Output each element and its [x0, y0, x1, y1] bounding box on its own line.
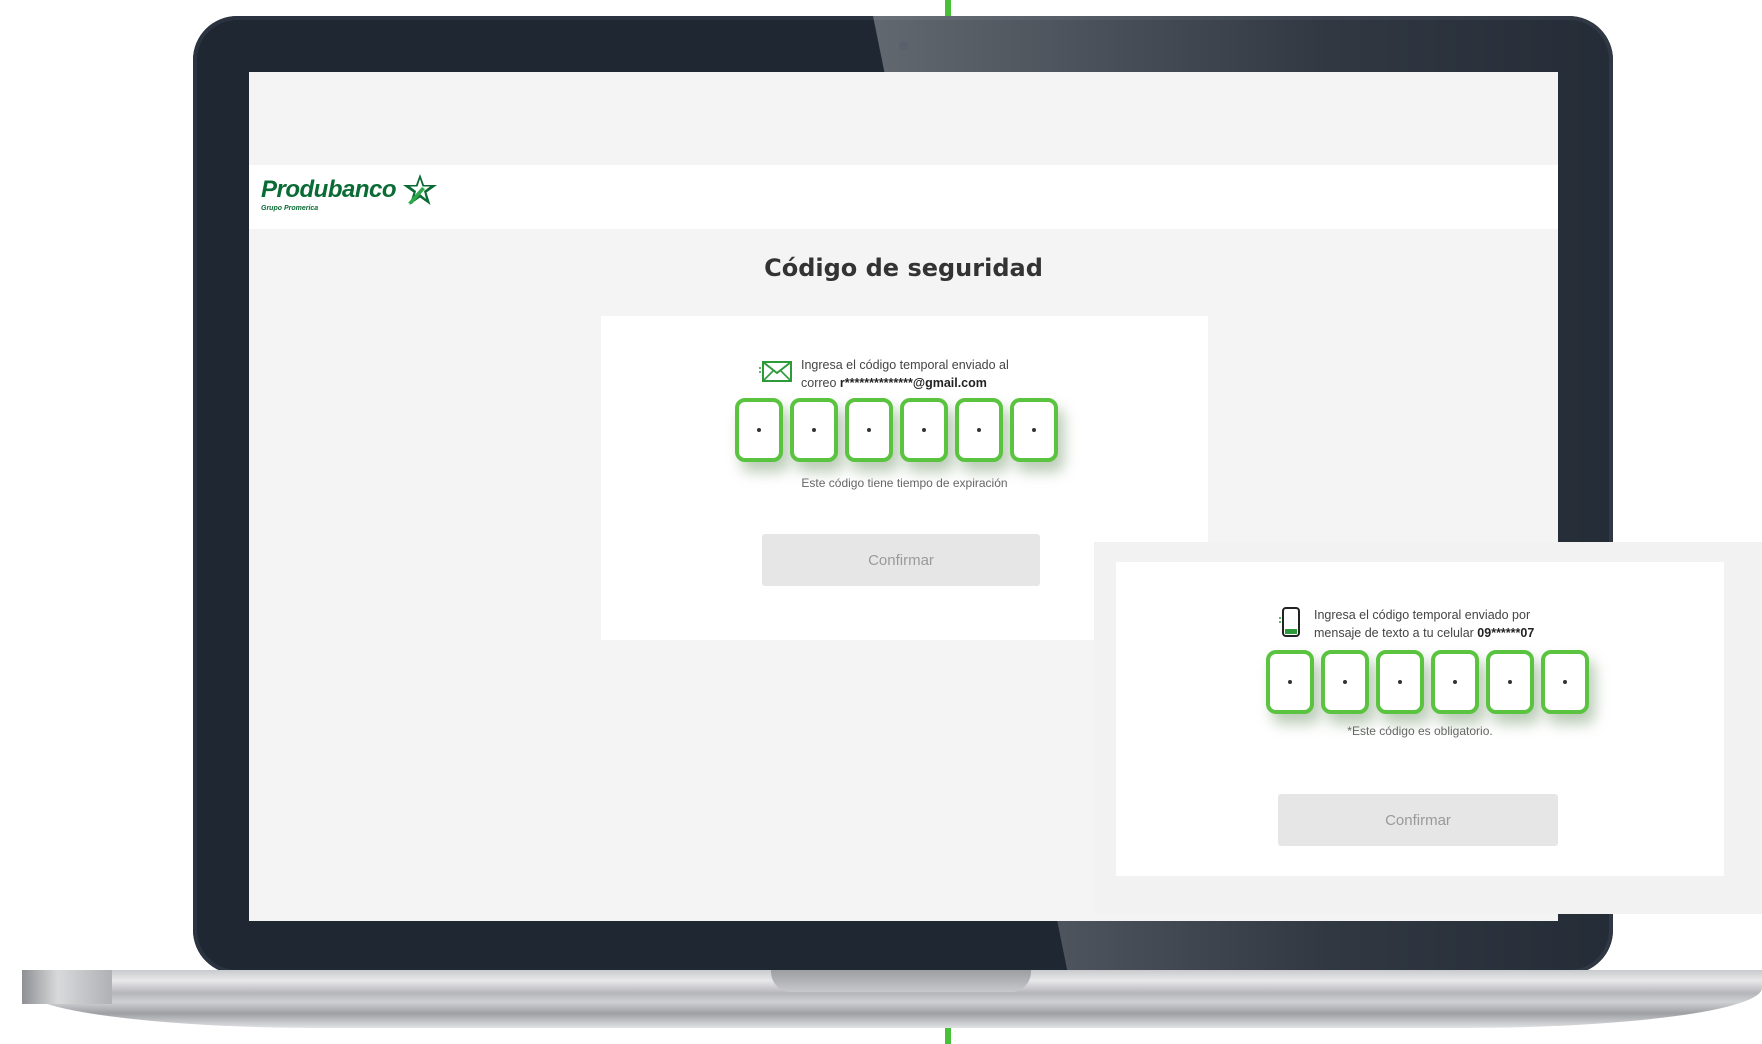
masked-phone: 09******07	[1477, 626, 1535, 640]
sms-code-digit-4[interactable]	[1431, 650, 1479, 714]
email-code-digit-3[interactable]	[845, 398, 893, 462]
sms-code-inputs	[1266, 650, 1589, 714]
sms-code-digit-3[interactable]	[1376, 650, 1424, 714]
email-code-digit-1[interactable]	[735, 398, 783, 462]
browser-top-area	[249, 72, 1558, 165]
digit-mask	[1508, 680, 1512, 684]
webcam-icon	[899, 41, 909, 51]
laptop-hinge-notch	[771, 970, 1031, 992]
email-code-inputs	[735, 398, 1058, 462]
email-instruction-text: Ingresa el código temporal enviado al co…	[801, 356, 1009, 392]
mobile-phone-icon	[1279, 607, 1300, 637]
email-code-digit-2[interactable]	[790, 398, 838, 462]
logo-subtitle: Grupo Promerica	[261, 205, 319, 212]
laptop-base-edge	[22, 970, 112, 1004]
email-code-digit-4[interactable]	[900, 398, 948, 462]
sms-instruction: Ingresa el código temporal enviado por m…	[1278, 606, 1534, 642]
sms-code-card: Ingresa el código temporal enviado por m…	[1116, 562, 1724, 876]
digit-mask	[1563, 680, 1567, 684]
sms-code-digit-1[interactable]	[1266, 650, 1314, 714]
digit-mask	[867, 428, 871, 432]
star-logo-icon	[403, 174, 438, 205]
sms-code-digit-2[interactable]	[1321, 650, 1369, 714]
sms-code-digit-6[interactable]	[1541, 650, 1589, 714]
email-confirm-button[interactable]: Confirmar	[762, 534, 1040, 586]
guide-line-bottom	[945, 1028, 951, 1044]
digit-mask	[1453, 680, 1457, 684]
sms-code-digit-5[interactable]	[1486, 650, 1534, 714]
digit-mask	[977, 428, 981, 432]
sms-instruction-line2: mensaje de texto a tu celular 09******07	[1314, 624, 1534, 642]
produbanco-logo[interactable]: Produbanco Grupo Promerica	[261, 174, 438, 212]
email-instruction-line2: correo r**************@gmail.com	[801, 374, 1009, 392]
digit-mask	[922, 428, 926, 432]
envelope-icon	[759, 361, 792, 382]
guide-line-top	[945, 0, 951, 16]
digit-mask	[1343, 680, 1347, 684]
email-code-hint: Este código tiene tiempo de expiración	[801, 476, 1008, 490]
site-header: Produbanco Grupo Promerica	[249, 165, 1558, 229]
page-title: Código de seguridad	[764, 254, 1043, 282]
email-code-digit-6[interactable]	[1010, 398, 1058, 462]
email-instruction-prefix: correo	[801, 376, 840, 390]
digit-mask	[1032, 428, 1036, 432]
email-instruction: Ingresa el código temporal enviado al co…	[759, 356, 1009, 392]
masked-email: r**************@gmail.com	[839, 376, 987, 390]
email-instruction-line1: Ingresa el código temporal enviado al	[801, 358, 1009, 372]
sms-instruction-line1: Ingresa el código temporal enviado por	[1314, 608, 1531, 622]
digit-mask	[1288, 680, 1292, 684]
sms-instruction-prefix: mensaje de texto a tu celular	[1314, 626, 1478, 640]
sms-code-hint: *Este código es obligatorio.	[1347, 724, 1493, 738]
logo-wordmark: Produbanco	[261, 176, 397, 203]
digit-mask	[812, 428, 816, 432]
sms-instruction-text: Ingresa el código temporal enviado por m…	[1314, 606, 1534, 642]
email-code-digit-5[interactable]	[955, 398, 1003, 462]
digit-mask	[757, 428, 761, 432]
digit-mask	[1398, 680, 1402, 684]
showcase-stage: Produbanco Grupo Promerica Código de seg…	[0, 0, 1762, 1044]
sms-confirm-button[interactable]: Confirmar	[1278, 794, 1558, 846]
